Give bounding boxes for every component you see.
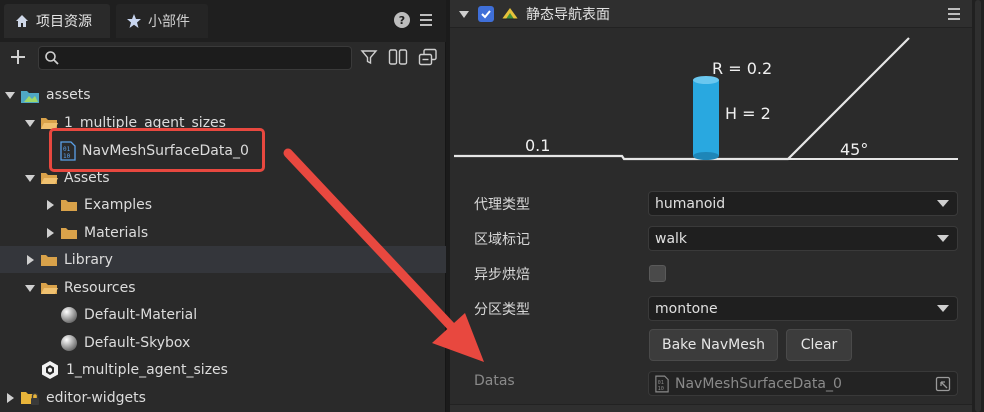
tree-item-folder[interactable]: Resources [0, 274, 446, 301]
tree-item-label: 1_multiple_agent_sizes [66, 361, 228, 378]
component-enabled-checkbox[interactable] [478, 5, 494, 22]
project-assets-panel: 项目资源 小部件 ? assets 1_multiple_agent_sizes… [0, 0, 446, 412]
tree-item-label: Materials [84, 224, 149, 241]
star-icon [126, 13, 142, 29]
folder-open-icon [40, 171, 58, 185]
radius-label: R = 0.2 [712, 59, 773, 78]
collapse-caret-icon[interactable] [458, 8, 470, 20]
agent-diagram: R = 0.2 H = 2 0.1 45° [450, 28, 972, 178]
agent-type-select[interactable]: humanoid [648, 191, 958, 216]
tree-item-label: Default-Material [84, 306, 198, 323]
tree-item-folder[interactable]: Materials [0, 219, 446, 246]
bake-actions: Bake NavMesh Clear [450, 329, 972, 363]
caret-down-icon[interactable] [24, 172, 36, 184]
dropdown-arrow-icon [937, 200, 949, 207]
caret-right-icon[interactable] [44, 199, 56, 211]
filter-icon[interactable] [360, 48, 378, 70]
partition-label: 分区类型 [474, 302, 530, 318]
split-view-icon[interactable] [388, 48, 408, 70]
tab-project-assets[interactable]: 项目资源 [4, 4, 110, 38]
material-sphere-icon [60, 306, 78, 324]
tree-item-label: Resources [64, 279, 136, 296]
help-icon[interactable]: ? [394, 12, 410, 28]
agent-type-value: humanoid [655, 195, 726, 212]
area-value: walk [655, 230, 688, 247]
caret-down-icon[interactable] [24, 117, 36, 129]
binary-file-icon: 01 10 [655, 375, 669, 393]
component-header: 静态导航表面 [450, 0, 972, 28]
bake-navmesh-button[interactable]: Bake NavMesh [649, 329, 778, 361]
async-bake-checkbox[interactable] [649, 265, 666, 282]
assets-toolbar [0, 44, 446, 74]
next-component-strip [450, 404, 972, 412]
clear-button[interactable]: Clear [786, 329, 852, 361]
tree-item-folder[interactable]: Examples [0, 191, 446, 218]
annotation-highlight-box [49, 128, 265, 172]
async-bake-label: 异步烘焙 [474, 267, 530, 283]
tree-item-label: editor-widgets [46, 389, 146, 406]
caret-right-icon[interactable] [44, 227, 56, 239]
svg-text:01: 01 [658, 380, 664, 386]
area-label: 区域标记 [474, 232, 530, 248]
caret-down-icon[interactable] [4, 89, 16, 101]
add-button[interactable] [8, 47, 30, 69]
panel-tab-bar: 项目资源 小部件 ? [0, 0, 446, 42]
scrollbar-thumb[interactable] [975, 0, 981, 412]
component-menu-icon[interactable] [948, 8, 960, 20]
assets-folder-icon [20, 88, 40, 103]
tree-item-scene[interactable]: 1_multiple_agent_sizes [0, 356, 446, 383]
search-icon [44, 50, 60, 70]
tree-item-label: Library [64, 251, 113, 268]
tree-item-material[interactable]: Default-Skybox [0, 329, 446, 356]
datas-label: Datas [474, 373, 515, 389]
locked-folder-icon [20, 390, 40, 406]
dropdown-arrow-icon [937, 235, 949, 242]
tab-widgets[interactable]: 小部件 [116, 4, 208, 38]
material-sphere-icon [60, 334, 78, 352]
tree-item-assets[interactable]: assets [0, 81, 446, 108]
folder-icon [40, 253, 58, 267]
asset-picker-icon[interactable] [935, 376, 951, 392]
slope-label: 45° [840, 140, 869, 159]
prop-area: 区域标记 walk [450, 221, 972, 256]
area-select[interactable]: walk [648, 226, 958, 251]
tree-item-folder[interactable]: editor-widgets [0, 384, 446, 411]
tab-label: 小部件 [148, 14, 190, 30]
tab-label: 项目资源 [36, 14, 92, 30]
folder-open-icon [40, 281, 58, 295]
step-height-label: 0.1 [525, 136, 551, 155]
menu-icon[interactable] [420, 14, 432, 26]
height-label: H = 2 [725, 104, 771, 123]
prop-datas: Datas 01 10 NavMeshSurfaceData_0 [450, 365, 972, 400]
scene-icon [40, 360, 60, 380]
navmesh-component-icon [500, 6, 520, 22]
agent-type-label: 代理类型 [474, 197, 530, 213]
inspector-scrollbar[interactable] [972, 0, 984, 412]
tree-item-label: Examples [84, 196, 153, 213]
datas-asset-field[interactable]: 01 10 NavMeshSurfaceData_0 [648, 371, 958, 396]
prop-agent-type: 代理类型 humanoid [450, 186, 972, 221]
partition-select[interactable]: montone [648, 296, 958, 321]
home-icon [14, 13, 30, 29]
folder-icon [60, 226, 78, 240]
prop-partition: 分区类型 montone [450, 291, 972, 326]
tree-item-label: Default-Skybox [84, 334, 191, 351]
caret-down-icon[interactable] [24, 282, 36, 294]
inspector-panel: 静态导航表面 R = 0.2 H = 2 0.1 45° 代理类型 humano… [450, 0, 972, 412]
folder-icon [60, 198, 78, 212]
caret-right-icon[interactable] [24, 254, 36, 266]
search-input[interactable] [38, 46, 352, 70]
tree-item-label: assets [46, 86, 91, 103]
svg-text:10: 10 [658, 386, 664, 392]
tree-item-folder[interactable]: Library [0, 246, 446, 273]
dropdown-arrow-icon [937, 305, 949, 312]
partition-value: montone [655, 300, 718, 317]
tree-item-material[interactable]: Default-Material [0, 301, 446, 328]
collapse-all-icon[interactable] [418, 48, 438, 70]
datas-value: NavMeshSurfaceData_0 [675, 375, 842, 392]
caret-right-icon[interactable] [4, 392, 16, 404]
prop-async-bake: 异步烘焙 [450, 256, 972, 291]
component-title: 静态导航表面 [526, 6, 610, 23]
